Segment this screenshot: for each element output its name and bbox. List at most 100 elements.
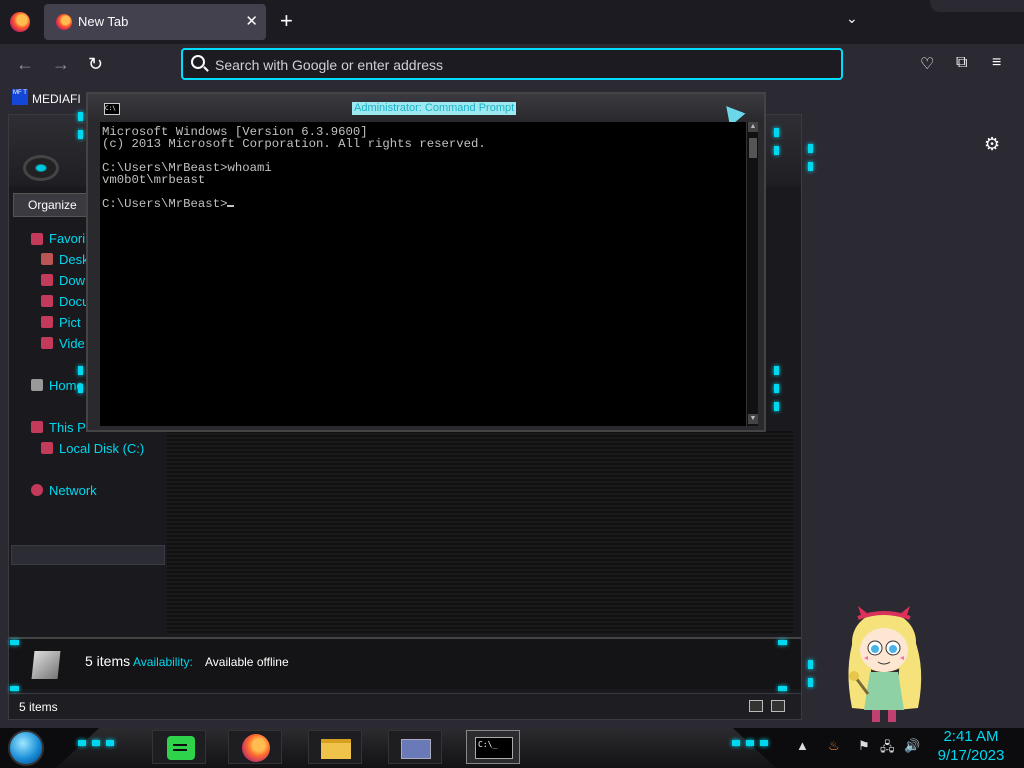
tab-new-tab[interactable]: New Tab ✕ xyxy=(44,4,266,40)
notes-app-icon xyxy=(167,736,195,760)
tree-item-this-pc[interactable]: This P xyxy=(49,420,86,435)
frame-stud xyxy=(808,162,813,171)
tree-item-network[interactable]: Network xyxy=(49,483,97,498)
taskbar-control-panel[interactable] xyxy=(388,730,442,764)
clock-date[interactable]: 9/17/2023 xyxy=(928,747,1014,764)
frame-stud xyxy=(774,146,779,155)
action-center-flag-icon[interactable]: ⚑ xyxy=(858,738,870,754)
frame-stud xyxy=(92,740,100,746)
frame-stud xyxy=(774,384,779,393)
frame-stud xyxy=(808,144,813,153)
organize-button[interactable]: Organize xyxy=(13,193,89,217)
this-pc-icon xyxy=(31,421,43,433)
frame-stud xyxy=(10,686,19,691)
desktop-icon xyxy=(41,253,53,265)
network-icon[interactable]: 🖧 xyxy=(880,738,895,760)
tree-item-desktop[interactable]: Desk xyxy=(59,252,89,267)
frame-stud xyxy=(10,640,19,645)
file-list-area[interactable] xyxy=(167,431,793,633)
mediafire-bookmark-icon: MF T xyxy=(12,89,28,105)
drive-thumbnail-icon xyxy=(31,651,61,679)
search-icon xyxy=(191,55,205,69)
mascot-sticker xyxy=(848,606,922,722)
tree-item-documents[interactable]: Docu xyxy=(59,294,89,309)
pocket-icon[interactable]: ♡ xyxy=(920,54,934,74)
clock-time[interactable]: 2:41 AM xyxy=(928,728,1014,745)
tree-item-favorites[interactable]: Favori xyxy=(49,231,85,246)
frame-stud xyxy=(746,740,754,746)
firefox-icon xyxy=(242,734,270,762)
frame-stud xyxy=(760,740,768,746)
extensions-icon[interactable]: ⧉ xyxy=(956,54,967,72)
frame-stud xyxy=(78,366,83,375)
tab-title: New Tab xyxy=(78,14,129,29)
videos-icon xyxy=(41,337,53,349)
frame-stud xyxy=(808,678,813,687)
status-item-count: 5 items xyxy=(19,700,58,714)
frame-stud xyxy=(78,112,83,121)
cmd-window-icon[interactable]: C:\ xyxy=(104,103,120,115)
scroll-down-icon[interactable]: ▼ xyxy=(748,414,758,424)
app-menu-icon[interactable]: ≡ xyxy=(992,54,1001,72)
favorites-icon xyxy=(31,233,43,245)
forward-icon[interactable]: → xyxy=(52,54,70,75)
downloads-icon xyxy=(41,274,53,286)
frame-stud xyxy=(106,740,114,746)
url-placeholder: Search with Google or enter address xyxy=(215,57,444,73)
frame-stud xyxy=(774,128,779,137)
console-line: vm0b0t\mrbeast xyxy=(102,173,206,187)
url-bar[interactable]: Search with Google or enter address xyxy=(181,48,843,80)
frame-stud xyxy=(732,740,740,746)
frame-stud xyxy=(778,640,787,645)
tree-item-local-disk[interactable]: Local Disk (C:) xyxy=(59,441,144,456)
local-disk-icon xyxy=(41,442,53,454)
browser-tabbar: New Tab ✕ + ⌄ xyxy=(0,0,1024,44)
bookmark-mediafire[interactable]: MEDIAFI xyxy=(32,92,81,106)
window-icon xyxy=(401,739,431,759)
close-tab-icon[interactable]: ✕ xyxy=(245,12,258,30)
command-prompt-window[interactable]: C:\ Administrator: Command Prompt Micros… xyxy=(86,92,766,432)
availability-label: Availability: xyxy=(133,655,193,669)
details-view-icon[interactable] xyxy=(749,700,763,712)
cmd-scrollbar[interactable]: ▲ ▼ xyxy=(746,122,758,426)
cmd-icon: C:\_ xyxy=(475,737,513,759)
new-tab-button[interactable]: + xyxy=(280,8,293,34)
taskbar-file-explorer[interactable] xyxy=(308,730,362,764)
tray-app-icon[interactable]: ♨ xyxy=(828,738,840,754)
frame-stud xyxy=(774,366,779,375)
large-icons-view-icon[interactable] xyxy=(771,700,785,712)
taskbar: C:\_ xyxy=(0,728,1024,768)
tree-item-pictures[interactable]: Pict xyxy=(59,315,81,330)
taskbar-notes-app[interactable] xyxy=(152,730,206,764)
documents-icon xyxy=(41,295,53,307)
volume-icon[interactable]: 🔊 xyxy=(904,738,920,754)
network-icon xyxy=(31,484,43,496)
back-icon[interactable]: ← xyxy=(16,54,34,75)
details-item-count: 5 items xyxy=(85,653,131,669)
homegroup-icon xyxy=(31,379,43,391)
console-line: (c) 2013 Microsoft Corporation. All righ… xyxy=(102,137,486,151)
cmd-console-output[interactable]: Microsoft Windows [Version 6.3.9600] (c)… xyxy=(100,122,746,426)
tabbar-decoration xyxy=(930,0,1024,12)
pictures-icon xyxy=(41,316,53,328)
tree-item-videos[interactable]: Vide xyxy=(59,336,85,351)
show-hidden-icons-icon[interactable]: ▲ xyxy=(796,738,809,753)
list-all-tabs-icon[interactable]: ⌄ xyxy=(846,10,858,27)
start-button[interactable] xyxy=(8,730,44,766)
reload-icon[interactable]: ↻ xyxy=(88,54,103,75)
taskbar-firefox[interactable] xyxy=(228,730,282,764)
frame-stud xyxy=(774,402,779,411)
explorer-orb-icon xyxy=(23,155,59,181)
firefox-view-icon[interactable] xyxy=(10,12,30,32)
firefox-icon xyxy=(56,14,72,30)
frame-stud xyxy=(78,740,86,746)
cmd-titlebar[interactable]: C:\ Administrator: Command Prompt xyxy=(88,94,764,127)
gear-icon[interactable]: ⚙ xyxy=(984,134,1000,155)
frame-stud xyxy=(78,384,83,393)
scroll-thumb[interactable] xyxy=(749,138,757,158)
taskbar-command-prompt[interactable]: C:\_ xyxy=(466,730,520,764)
explorer-statusbar: 5 items xyxy=(9,693,801,719)
cmd-title: Administrator: Command Prompt xyxy=(352,102,517,115)
tree-item-downloads[interactable]: Dow xyxy=(59,273,85,288)
scroll-up-icon[interactable]: ▲ xyxy=(748,122,758,132)
